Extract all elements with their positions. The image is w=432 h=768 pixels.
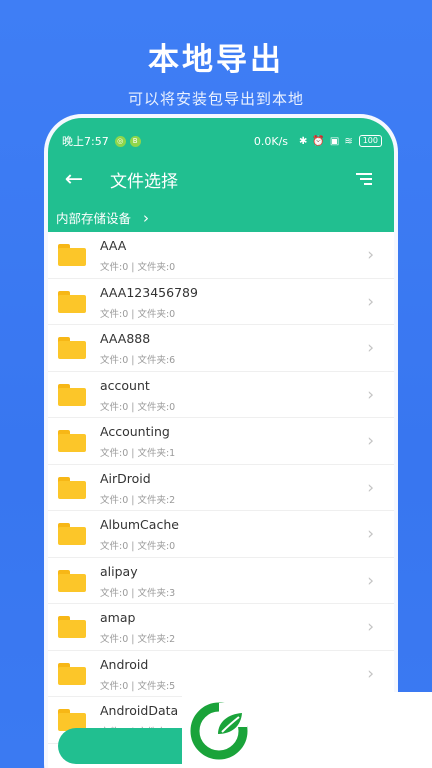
file-info: 文件:0 | 文件夹:0 <box>100 262 176 273</box>
battery-icon: 100 <box>358 135 382 147</box>
folder-icon <box>58 523 86 545</box>
chevron-right-icon: › <box>367 617 374 637</box>
status-bar: 晚上7:57 ◎ B 0.0K/s ✱ ⏰ ▣ ≋ 100 <box>62 132 382 150</box>
sort-icon[interactable] <box>354 173 394 185</box>
file-info: 文件:0 | 文件夹:2 <box>100 494 176 506</box>
network-speed: 0.0K/s <box>253 134 289 148</box>
folder-icon <box>58 476 86 499</box>
back-arrow-icon[interactable]: ← <box>48 167 98 192</box>
folder-icon <box>58 290 86 313</box>
file-info: 文件:0 | 文件夹:5 <box>100 680 176 692</box>
file-name: AndroidData <box>100 703 179 718</box>
file-info: 文件:0 | 文件夹:0 <box>100 541 176 552</box>
app-logo-icon <box>190 702 248 760</box>
chevron-right-icon: › <box>367 245 374 265</box>
file-info: 文件:0 | 文件夹:6 <box>100 355 176 366</box>
chevron-right-icon: › <box>367 524 374 544</box>
file-info: 文件:0 | 文件夹:3 <box>100 587 176 599</box>
chevron-right-icon: › <box>367 477 374 498</box>
file-name: account <box>100 377 150 393</box>
file-info: 文件:0 | 文件夹:0 <box>100 308 176 320</box>
file-info: 文件:0 | 文件夹:1 <box>100 448 176 459</box>
file-name: amap <box>100 610 136 625</box>
file-info: 文件:0 | 文件夹:2 <box>100 634 176 645</box>
folder-icon <box>58 616 86 638</box>
folder-icon <box>58 662 86 685</box>
chevron-right-icon: › <box>367 384 374 405</box>
chevron-right-icon: › <box>367 663 374 684</box>
list-item[interactable]: AAA123456789 文件:0 | 文件夹:0 › <box>48 279 394 325</box>
chevron-right-icon: › <box>143 208 150 227</box>
status-time: 晚上7:57 <box>62 135 109 148</box>
app-bar: 晚上7:57 ◎ B 0.0K/s ✱ ⏰ ▣ ≋ 100 ← 文件选择 内部存… <box>48 118 394 232</box>
notification-icon: ◎ <box>114 135 126 147</box>
list-item[interactable]: AAA888 文件:0 | 文件夹:6 › <box>48 325 394 372</box>
breadcrumb-item[interactable]: 内部存储设备 <box>56 208 131 227</box>
phone-mockup: 晚上7:57 ◎ B 0.0K/s ✱ ⏰ ▣ ≋ 100 ← 文件选择 内部存… <box>48 118 394 768</box>
file-name: AirDroid <box>100 470 151 486</box>
list-item[interactable]: AirDroid 文件:0 | 文件夹:2 › <box>48 465 394 511</box>
hero-subtitle: 可以将安装包导出到本地 <box>127 90 304 108</box>
list-item[interactable]: Accounting 文件:0 | 文件夹:1 › <box>48 418 394 465</box>
hero-title: 本地导出 <box>148 42 284 78</box>
sim-icon: ▣ <box>329 135 340 147</box>
file-name: AAA123456789 <box>100 284 198 300</box>
toolbar: ← 文件选择 <box>48 162 394 196</box>
chevron-right-icon: › <box>367 570 374 591</box>
file-name: AAA <box>100 238 127 253</box>
folder-icon <box>58 383 86 406</box>
chevron-right-icon: › <box>367 291 374 312</box>
folder-icon <box>58 430 86 452</box>
folder-icon <box>58 337 86 359</box>
page-title: 文件选择 <box>110 171 178 192</box>
bluetooth-icon: ✱ <box>299 135 308 147</box>
wifi-icon: ≋ <box>344 135 353 147</box>
folder-icon <box>58 244 86 266</box>
chevron-right-icon: › <box>367 338 374 358</box>
file-name: AAA888 <box>100 331 151 346</box>
file-name: Android <box>100 656 149 672</box>
list-item[interactable]: amap 文件:0 | 文件夹:2 › <box>48 604 394 651</box>
file-name: Accounting <box>100 424 170 439</box>
list-item[interactable]: AlbumCache 文件:0 | 文件夹:0 › <box>48 511 394 558</box>
folder-icon <box>58 569 86 592</box>
file-list: AAA 文件:0 | 文件夹:0 › AAA123456789 文件:0 | 文件夹… <box>48 232 394 744</box>
list-item[interactable]: AAA 文件:0 | 文件夹:0 › <box>48 232 394 279</box>
list-item[interactable]: account 文件:0 | 文件夹:0 › <box>48 372 394 418</box>
file-name: alipay <box>100 563 138 579</box>
chevron-right-icon: › <box>367 431 374 451</box>
list-item[interactable]: alipay 文件:0 | 文件夹:3 › <box>48 558 394 604</box>
notification-b-icon: B <box>129 135 141 147</box>
file-info: 文件:0 | 文件夹:0 <box>100 401 176 413</box>
breadcrumb[interactable]: 内部存储设备 › <box>56 208 149 227</box>
list-item[interactable]: Android 文件:0 | 文件夹:5 › <box>48 651 394 697</box>
alarm-icon: ⏰ <box>312 135 325 147</box>
file-name: AlbumCache <box>100 517 179 532</box>
